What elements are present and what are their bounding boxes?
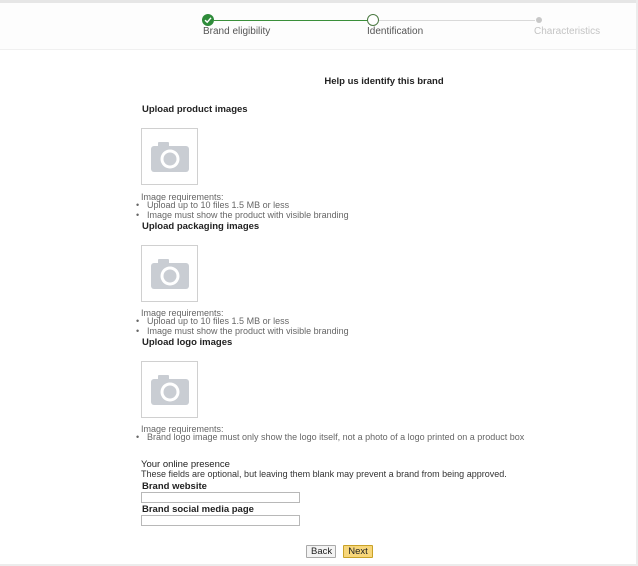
section-title-product-images: Upload product images: [142, 104, 248, 115]
online-presence-note: These fields are optional, but leaving t…: [141, 469, 507, 479]
brand-social-label: Brand social media page: [142, 504, 254, 515]
step-label-brand-eligibility[interactable]: Brand eligibility: [203, 26, 270, 37]
stepper-line-complete: [214, 20, 368, 21]
progress-stepper: Brand eligibility Identification Charact…: [0, 3, 636, 50]
requirement-item: Brand logo image must only show the logo…: [136, 432, 524, 442]
camera-icon: [151, 142, 189, 172]
packaging-image-upload[interactable]: [141, 245, 198, 302]
brand-website-label: Brand website: [142, 481, 207, 492]
step-current-circle-icon: [367, 14, 379, 26]
next-button[interactable]: Next: [343, 545, 373, 558]
logo-image-upload[interactable]: [141, 361, 198, 418]
section-title-packaging-images: Upload packaging images: [142, 221, 260, 232]
camera-icon: [151, 375, 189, 405]
step-complete-check-icon: [202, 14, 214, 26]
back-button[interactable]: Back: [306, 545, 336, 558]
brand-social-input[interactable]: [141, 515, 300, 526]
stepper-line-upcoming: [379, 20, 535, 21]
section-title-logo-images: Upload logo images: [142, 337, 233, 348]
step-upcoming-dot-icon: [536, 17, 542, 23]
requirements-list: Upload up to 10 files 1.5 MB or less Ima…: [136, 316, 349, 336]
requirements-list: Brand logo image must only show the logo…: [136, 432, 524, 442]
step-label-identification: Identification: [367, 26, 424, 37]
requirements-list: Upload up to 10 files 1.5 MB or less Ima…: [136, 200, 349, 220]
brand-website-input[interactable]: [141, 492, 300, 503]
requirement-item: Image must show the product with visible…: [136, 210, 349, 220]
page-title: Help us identify this brand: [324, 76, 444, 87]
requirement-item: Upload up to 10 files 1.5 MB or less: [136, 200, 349, 210]
requirement-item: Image must show the product with visible…: [136, 326, 349, 336]
camera-icon: [151, 259, 189, 289]
product-image-upload[interactable]: [141, 128, 198, 185]
requirement-item: Upload up to 10 files 1.5 MB or less: [136, 316, 349, 326]
step-label-characteristics: Characteristics: [534, 26, 601, 37]
